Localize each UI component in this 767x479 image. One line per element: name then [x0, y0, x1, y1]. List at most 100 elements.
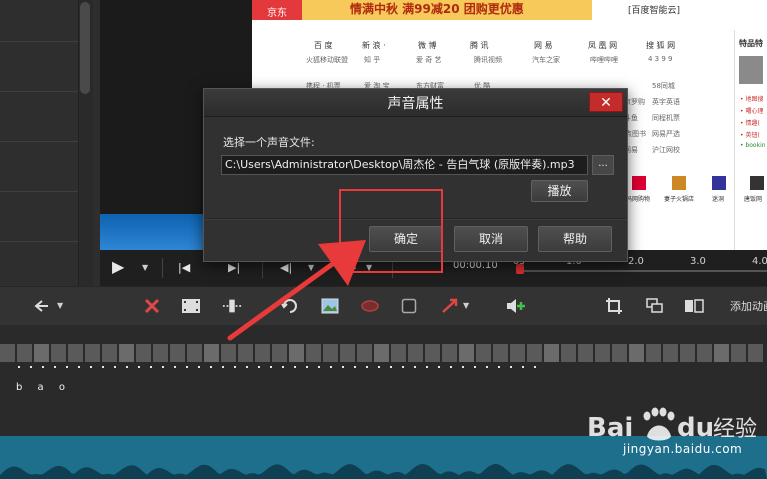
nav-sublink: 沪江网校 — [652, 146, 680, 154]
delete-icon[interactable] — [142, 296, 162, 316]
mirror-icon[interactable] — [684, 296, 704, 316]
frame-cell — [544, 344, 559, 362]
keyframe-dots-track — [0, 364, 767, 372]
close-icon[interactable]: ✕ — [589, 92, 623, 112]
keyframe-dot — [282, 366, 284, 368]
frame-cell — [612, 344, 627, 362]
frame-cell — [136, 344, 151, 362]
frame-cell — [663, 344, 678, 362]
crop-icon[interactable] — [604, 296, 624, 316]
frame-cell — [425, 344, 440, 362]
nav-sublink: 4 3 9 9 — [648, 55, 673, 63]
nav-link: 百 度 — [314, 41, 333, 50]
cancel-button[interactable]: 取消 — [454, 226, 528, 252]
nav-sublink: 网易严选 — [652, 130, 680, 138]
thumb-icon — [750, 176, 764, 190]
ad-jd: 京东 — [252, 0, 302, 20]
keyframe-dot — [66, 366, 68, 368]
right-widget: 特品特 • 地图搜 • 曙心理 • 情趣( • 英钮( • bookin — [734, 30, 767, 250]
frame-cells-track[interactable] — [0, 344, 767, 362]
waveform-shape — [0, 464, 767, 479]
nav-sublink: 汽车之家 — [532, 56, 560, 64]
svg-text:du: du — [677, 413, 714, 443]
sound-file-path-field[interactable]: C:\Users\Administrator\Desktop\周杰伦 - 告白气… — [221, 155, 588, 175]
keyframe-dot — [414, 366, 416, 368]
frame-cell — [510, 344, 525, 362]
frame-cell — [442, 344, 457, 362]
add-animation-button[interactable]: 添加动画 — [730, 298, 767, 314]
panel-divider — [0, 141, 78, 142]
keyframe-dot — [174, 366, 176, 368]
keyframe-dot — [486, 366, 488, 368]
keyframe-dot — [258, 366, 260, 368]
frame-cell — [595, 344, 610, 362]
frame-cell — [153, 344, 168, 362]
play-icon[interactable]: ▶ — [112, 259, 124, 275]
left-scroll-thumb[interactable] — [80, 2, 90, 94]
frame-cell — [697, 344, 712, 362]
widget-photo — [739, 56, 763, 84]
frame-cell — [34, 344, 49, 362]
keyframe-dot — [210, 366, 212, 368]
nav-link: 新 浪 · — [362, 41, 386, 50]
file-prompt-label: 选择一个声音文件: — [223, 136, 315, 149]
ruler-label: 4.0 — [752, 256, 767, 267]
frame-cell — [170, 344, 185, 362]
keyframe-dot — [306, 366, 308, 368]
nav-sublink: 腾讯视频 — [474, 56, 502, 64]
arrow-dropdown-icon[interactable]: ▼ — [463, 301, 469, 310]
keyframe-dot — [390, 366, 392, 368]
widget-line: • bookin — [740, 142, 766, 149]
play-sound-button[interactable]: 播放 — [531, 180, 588, 202]
keyframe-dot — [162, 366, 164, 368]
ad-cloud: [百度智能云] — [628, 6, 681, 16]
help-button[interactable]: 帮助 — [538, 226, 612, 252]
nav-sublink: 火狐移动联盟 — [306, 56, 348, 64]
dialog-title: 声音属性 — [387, 96, 444, 112]
arrow-tool-icon[interactable] — [440, 296, 460, 316]
nav-sublink: 英宇英语 — [652, 98, 680, 106]
keyframe-dot — [354, 366, 356, 368]
frame-cell — [714, 344, 729, 362]
frame-cell — [561, 344, 576, 362]
layers-icon[interactable] — [645, 296, 665, 316]
widget-line: • 情趣( — [740, 120, 760, 127]
keyframe-dot — [402, 366, 404, 368]
prev-frame-icon[interactable]: |◀ — [178, 260, 190, 276]
frame-cell — [578, 344, 593, 362]
widget-line: • 地图搜 — [740, 96, 764, 103]
nav-sublink: 同程机票 — [652, 114, 680, 122]
add-audio-icon[interactable] — [506, 296, 526, 316]
shape-rect-icon[interactable] — [399, 296, 419, 316]
keyframe-dot — [90, 366, 92, 368]
frame-cell — [0, 344, 15, 362]
svg-text:Bai: Bai — [587, 413, 633, 443]
undo-icon[interactable] — [34, 296, 54, 316]
film-icon[interactable] — [181, 296, 201, 316]
keyframe-dot — [78, 366, 80, 368]
panel-divider — [0, 241, 78, 242]
ruler-track[interactable] — [516, 270, 767, 272]
keyframe-dot — [498, 366, 500, 368]
keyframe-dot — [222, 366, 224, 368]
panel-divider — [0, 91, 78, 92]
widget-line: • 曙心理 — [740, 108, 764, 115]
keyframe-dot — [150, 366, 152, 368]
keyframe-dot — [114, 366, 116, 368]
frame-cell — [68, 344, 83, 362]
frame-cell — [493, 344, 508, 362]
keyframe-dot — [342, 366, 344, 368]
nav-link: 凤 凰 网 — [588, 41, 618, 50]
widget-title: 特品特 — [739, 39, 763, 48]
frame-cell — [119, 344, 134, 362]
playhead[interactable] — [516, 264, 524, 274]
undo-dropdown-icon[interactable]: ▼ — [57, 301, 63, 310]
watermark-url: jingyan.baidu.com — [623, 442, 743, 456]
nav-sublink: 知 乎 — [364, 56, 381, 64]
frame-cell — [646, 344, 661, 362]
browse-button[interactable]: ... — [592, 155, 614, 175]
nav-sublink: 58同城 — [652, 82, 675, 90]
nav-sublink: 爱 奇 艺 — [416, 56, 442, 64]
keyframe-dot — [534, 366, 536, 368]
play-dropdown-icon[interactable]: ▼ — [142, 263, 148, 272]
